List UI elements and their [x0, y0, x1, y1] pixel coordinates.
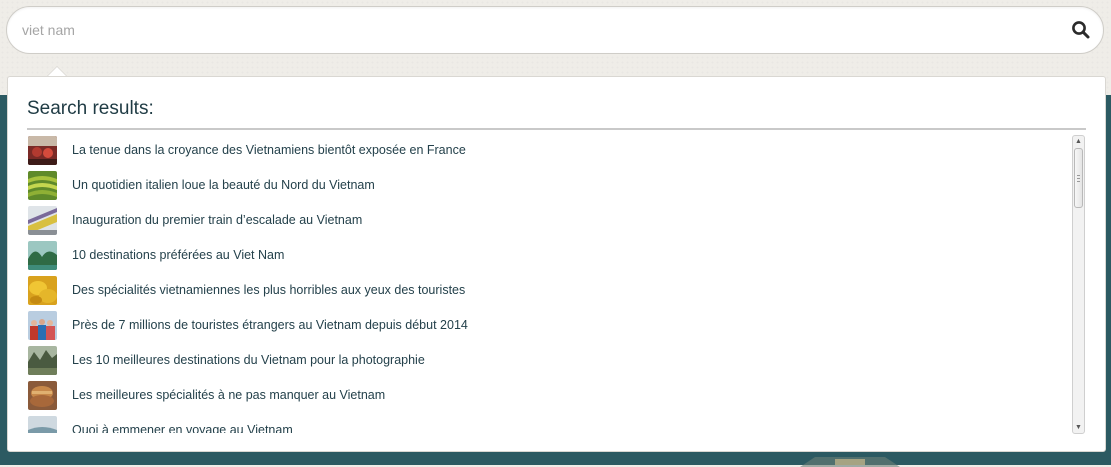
result-title-link[interactable]: Inauguration du premier train d’escalade…: [72, 213, 362, 227]
scroll-down-arrow-icon[interactable]: ▼: [1073, 422, 1084, 433]
result-title-link[interactable]: Les 10 meilleures destinations du Vietna…: [72, 353, 425, 367]
search-result-item[interactable]: La tenue dans la croyance des Vietnamien…: [27, 133, 1073, 168]
result-thumbnail-image: [28, 171, 57, 200]
search-result-item[interactable]: Quoi à emmener en voyage au Vietnam: [27, 413, 1073, 433]
search-results-title: Search results:: [27, 98, 154, 119]
result-thumbnail-image: [28, 311, 57, 340]
search-result-item[interactable]: Un quotidien italien loue la beauté du N…: [27, 168, 1073, 203]
result-title-link[interactable]: Un quotidien italien loue la beauté du N…: [72, 178, 375, 192]
result-thumbnail-image: [28, 416, 57, 433]
search-input[interactable]: [22, 7, 1052, 53]
result-thumbnail-image: [28, 206, 57, 235]
scrollbar-grip: [1077, 181, 1080, 182]
results-scrollbar[interactable]: ▲ ▼: [1072, 135, 1085, 434]
result-title-link[interactable]: Les meilleures spécialités à ne pas manq…: [72, 388, 385, 402]
result-thumbnail-image: [28, 381, 57, 410]
result-thumbnail-image: [28, 276, 57, 305]
site-emblem-partial: [800, 457, 900, 467]
search-result-item[interactable]: Les meilleures spécialités à ne pas manq…: [27, 378, 1073, 413]
search-result-item[interactable]: Près de 7 millions de touristes étranger…: [27, 308, 1073, 343]
scrollbar-grip: [1077, 178, 1080, 179]
result-title-link[interactable]: La tenue dans la croyance des Vietnamien…: [72, 143, 466, 157]
divider: [27, 128, 1086, 130]
search-result-item[interactable]: 10 destinations préférées au Viet Nam: [27, 238, 1073, 273]
scroll-up-arrow-icon[interactable]: ▲: [1073, 136, 1084, 147]
search-bar: [6, 6, 1104, 54]
result-thumbnail-image: [28, 241, 57, 270]
result-title-link[interactable]: 10 destinations préférées au Viet Nam: [72, 248, 284, 262]
result-thumbnail-image: [28, 136, 57, 165]
search-result-item[interactable]: Des spécialités vietnamiennes les plus h…: [27, 273, 1073, 308]
result-title-link[interactable]: Près de 7 millions de touristes étranger…: [72, 318, 468, 332]
result-title-link[interactable]: Quoi à emmener en voyage au Vietnam: [72, 423, 293, 433]
search-icon[interactable]: [1071, 20, 1091, 40]
search-results-list: La tenue dans la croyance des Vietnamien…: [27, 133, 1073, 433]
search-result-item[interactable]: Inauguration du premier train d’escalade…: [27, 203, 1073, 238]
search-results-panel: Search results: La tenue dans la croyanc…: [7, 76, 1106, 452]
scrollbar-thumb[interactable]: [1074, 148, 1083, 208]
result-thumbnail-image: [28, 346, 57, 375]
result-title-link[interactable]: Des spécialités vietnamiennes les plus h…: [72, 283, 465, 297]
scrollbar-grip: [1077, 175, 1080, 176]
search-result-item[interactable]: Les 10 meilleures destinations du Vietna…: [27, 343, 1073, 378]
